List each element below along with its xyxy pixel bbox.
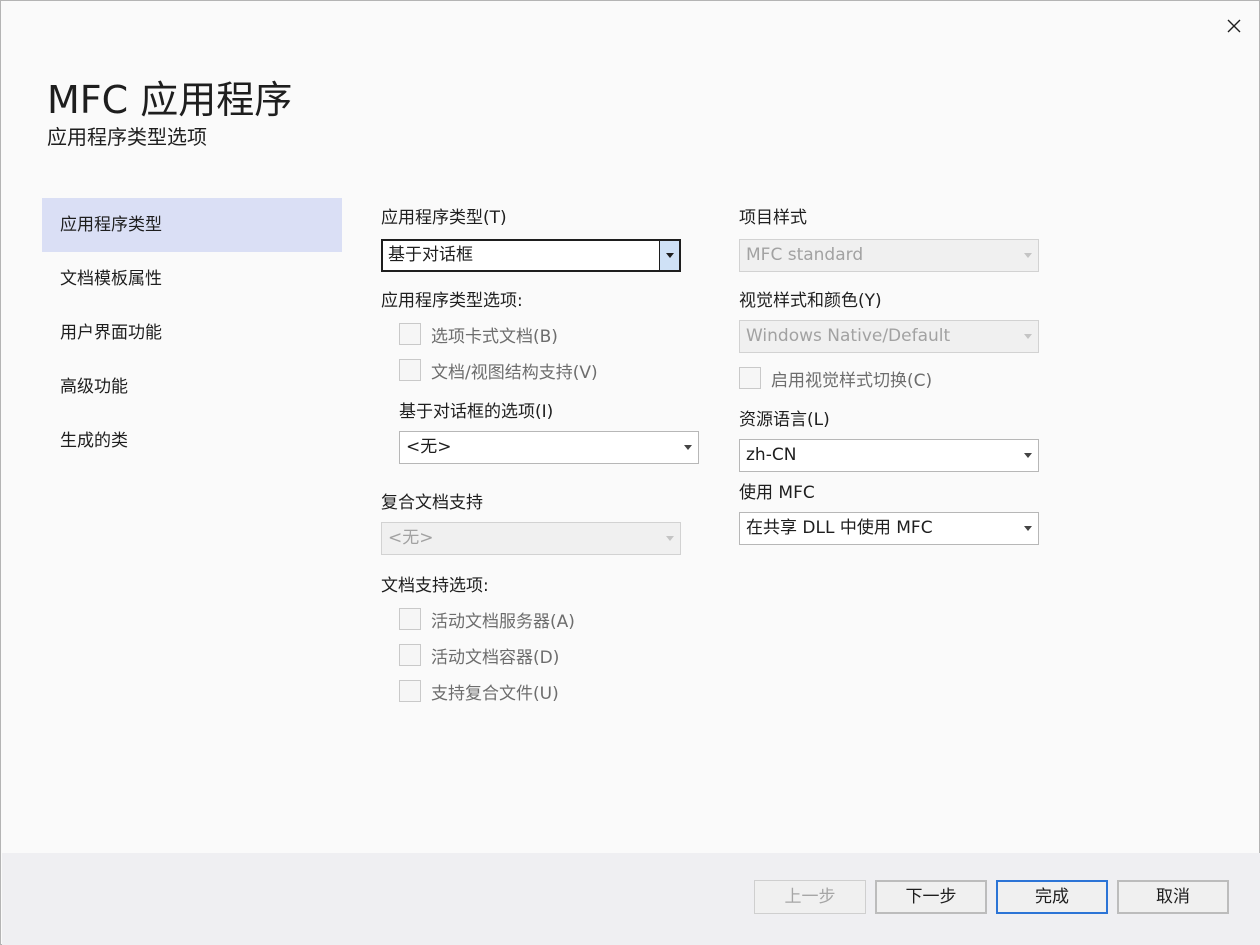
project-style-value: MFC standard xyxy=(746,245,864,265)
chevron-down-icon xyxy=(666,536,674,541)
app-type-label: 应用程序类型(T) xyxy=(381,208,507,228)
sidebar-item-generated-classes[interactable]: 生成的类 xyxy=(42,414,342,468)
mfc-wizard-dialog: MFC 应用程序 应用程序类型选项 应用程序类型 文档模板属性 用户界面功能 高… xyxy=(0,0,1260,945)
checkbox-box xyxy=(399,644,421,666)
visual-style-value: Windows Native/Default xyxy=(746,326,951,346)
doc-view-label: 文档/视图结构支持(V) xyxy=(431,362,598,383)
finish-button[interactable]: 完成 xyxy=(996,880,1108,914)
close-button[interactable] xyxy=(1219,11,1249,41)
chevron-down-icon xyxy=(1024,334,1032,339)
dialog-options-value: <无> xyxy=(406,437,452,457)
checkbox-box xyxy=(399,680,421,702)
doc-support-label: 文档支持选项: xyxy=(381,576,489,596)
chevron-down-icon xyxy=(666,253,674,258)
checkbox-box xyxy=(739,367,761,389)
chevron-down-icon xyxy=(1024,253,1032,258)
checkbox-box xyxy=(399,359,421,381)
dialog-options-label: 基于对话框的选项(I) xyxy=(399,402,554,422)
app-type-select[interactable]: 基于对话框 xyxy=(381,239,681,272)
sidebar-item-advanced[interactable]: 高级功能 xyxy=(42,360,342,414)
visual-style-label: 视觉样式和颜色(Y) xyxy=(739,291,882,311)
resource-lang-value: zh-CN xyxy=(746,445,797,465)
chevron-down-icon xyxy=(684,445,692,450)
checkbox-box xyxy=(399,608,421,630)
chevron-down-icon xyxy=(1024,526,1032,531)
use-mfc-select[interactable]: 在共享 DLL 中使用 MFC xyxy=(739,512,1039,545)
app-type-dropdown-button[interactable] xyxy=(659,241,679,270)
resource-lang-select[interactable]: zh-CN xyxy=(739,439,1039,472)
sidebar-item-doc-template[interactable]: 文档模板属性 xyxy=(42,252,342,306)
tabbed-docs-checkbox[interactable]: 选项卡式文档(B) xyxy=(399,322,558,347)
app-type-value: 基于对话框 xyxy=(388,245,473,265)
dialog-options-select[interactable]: <无> xyxy=(399,431,699,464)
compound-files-label: 支持复合文件(U) xyxy=(431,683,559,704)
project-style-select: MFC standard xyxy=(739,239,1039,272)
use-mfc-label: 使用 MFC xyxy=(739,483,815,503)
back-button[interactable]: 上一步 xyxy=(754,880,866,914)
checkbox-box xyxy=(399,323,421,345)
visual-style-select: Windows Native/Default xyxy=(739,320,1039,353)
active-server-label: 活动文档服务器(A) xyxy=(431,611,575,632)
compound-doc-value: <无> xyxy=(388,528,434,548)
tabbed-docs-label: 选项卡式文档(B) xyxy=(431,326,558,347)
style-switch-label: 启用视觉样式切换(C) xyxy=(771,370,933,391)
sidebar-item-app-type[interactable]: 应用程序类型 xyxy=(42,198,342,252)
close-icon xyxy=(1227,19,1241,33)
cancel-button[interactable]: 取消 xyxy=(1117,880,1229,914)
active-server-checkbox[interactable]: 活动文档服务器(A) xyxy=(399,607,575,632)
app-type-options-label: 应用程序类型选项: xyxy=(381,291,523,311)
compound-files-checkbox[interactable]: 支持复合文件(U) xyxy=(399,679,559,704)
active-container-label: 活动文档容器(D) xyxy=(431,647,560,668)
project-style-label: 项目样式 xyxy=(739,208,807,228)
dialog-title: MFC 应用程序 xyxy=(47,78,293,122)
style-switch-checkbox[interactable]: 启用视觉样式切换(C) xyxy=(739,366,933,391)
dialog-subtitle: 应用程序类型选项 xyxy=(47,125,207,149)
active-container-checkbox[interactable]: 活动文档容器(D) xyxy=(399,643,560,668)
doc-view-checkbox[interactable]: 文档/视图结构支持(V) xyxy=(399,358,598,383)
use-mfc-value: 在共享 DLL 中使用 MFC xyxy=(746,518,933,538)
sidebar-item-ui-features[interactable]: 用户界面功能 xyxy=(42,306,342,360)
resource-lang-label: 资源语言(L) xyxy=(739,410,830,430)
next-button[interactable]: 下一步 xyxy=(875,880,987,914)
sidebar-nav: 应用程序类型 文档模板属性 用户界面功能 高级功能 生成的类 xyxy=(42,198,342,468)
compound-doc-label: 复合文档支持 xyxy=(381,493,483,513)
chevron-down-icon xyxy=(1024,453,1032,458)
compound-doc-select: <无> xyxy=(381,522,681,555)
